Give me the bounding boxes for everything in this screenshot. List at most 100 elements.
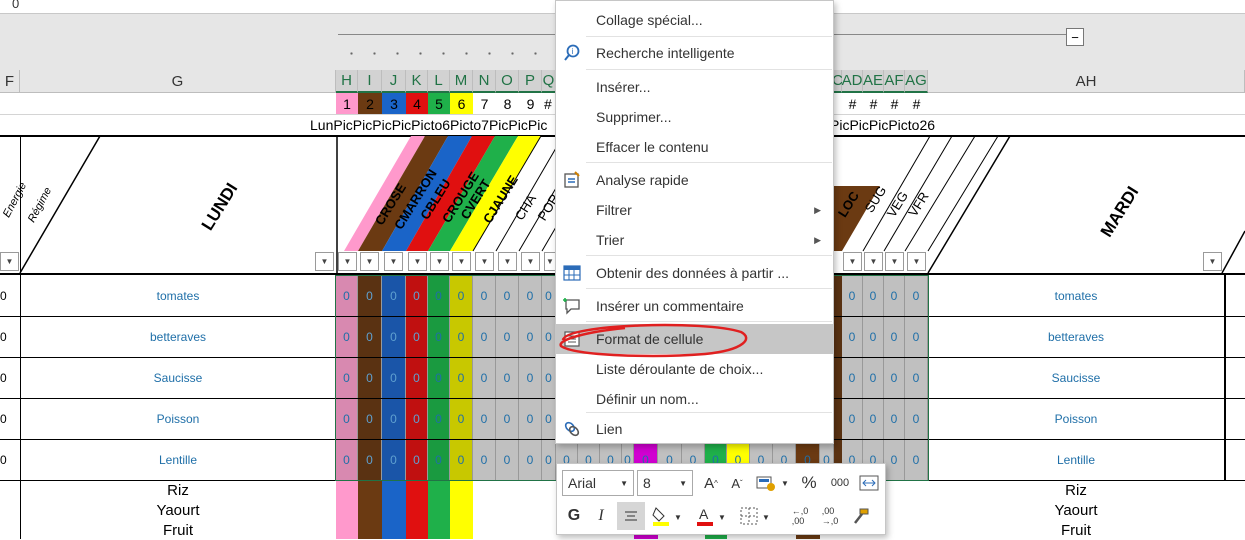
col-header-K[interactable]: K bbox=[406, 70, 428, 93]
picto-value-cell[interactable]: 0 bbox=[382, 399, 406, 439]
filter-dropdown-k[interactable]: ▼ bbox=[408, 252, 427, 271]
food-cell-right[interactable]: Poisson bbox=[928, 399, 1224, 439]
picto-value-cell[interactable]: 0 bbox=[884, 440, 905, 480]
lower-row-yaourt[interactable]: Yaourt bbox=[20, 501, 336, 520]
picto-value-cell[interactable]: 0 bbox=[382, 358, 406, 398]
filter-dropdown-n[interactable]: ▼ bbox=[475, 252, 494, 271]
picto-value-cell[interactable]: 0 bbox=[358, 440, 382, 480]
filter-dropdown-l[interactable]: ▼ bbox=[430, 252, 449, 271]
picto-number-6[interactable]: 6 bbox=[450, 93, 473, 114]
picto-names-left[interactable]: LunPicPicPicPicPicto6Picto7PicPicPic bbox=[310, 114, 556, 135]
col-header-AF[interactable]: AF bbox=[884, 70, 905, 93]
picto-number-ae[interactable]: # bbox=[863, 93, 884, 114]
picto-value-cell[interactable]: 0 bbox=[473, 440, 496, 480]
row-energie-value[interactable]: 0 bbox=[0, 317, 20, 357]
filter-dropdown-ah[interactable]: ▼ bbox=[1203, 252, 1222, 271]
menu-item-quick-analysis[interactable]: Analyse rapide bbox=[556, 165, 833, 195]
picto-value-cell[interactable]: 0 bbox=[473, 399, 496, 439]
lower-row-riz-right[interactable]: Riz bbox=[928, 481, 1224, 500]
picto-value-cell[interactable]: 0 bbox=[863, 317, 884, 357]
picto-value-cell[interactable]: 0 bbox=[519, 358, 542, 398]
food-cell[interactable]: Saucisse bbox=[20, 358, 336, 398]
picto-value-cell[interactable]: 0 bbox=[496, 358, 519, 398]
picto-value-cell[interactable]: 0 bbox=[542, 276, 556, 316]
picto-number-8[interactable]: 8 bbox=[496, 93, 519, 114]
picto-value-cell[interactable]: 0 bbox=[382, 440, 406, 480]
picto-value-cell[interactable]: 0 bbox=[450, 317, 473, 357]
increase-decimal-icon[interactable]: ←,0,00 bbox=[787, 504, 813, 528]
row-energie-value[interactable]: 0 bbox=[0, 358, 20, 398]
filter-dropdown-ad[interactable]: ▼ bbox=[843, 252, 862, 271]
picto-value-cell[interactable]: 0 bbox=[884, 276, 905, 316]
picto-value-cell[interactable]: 0 bbox=[842, 276, 863, 316]
col-header-Q[interactable]: Q bbox=[542, 70, 556, 93]
picto-value-cell[interactable]: 0 bbox=[863, 276, 884, 316]
font-name-select[interactable]: Arial ▼ bbox=[562, 470, 634, 496]
filter-dropdown-i[interactable]: ▼ bbox=[360, 252, 379, 271]
col-header-AH[interactable]: AH bbox=[928, 70, 1245, 93]
wrap-text-icon[interactable] bbox=[857, 472, 881, 494]
picto-value-cell[interactable]: 0 bbox=[406, 440, 428, 480]
filter-dropdown-j[interactable]: ▼ bbox=[384, 252, 403, 271]
col-header-P[interactable]: P bbox=[519, 70, 542, 93]
col-header-AE[interactable]: AE bbox=[863, 70, 884, 93]
picto-number-1[interactable]: 1 bbox=[336, 93, 358, 114]
picto-number-3[interactable]: 3 bbox=[382, 93, 406, 114]
food-cell[interactable]: Poisson bbox=[20, 399, 336, 439]
menu-item-sort[interactable]: Trier ▶ bbox=[556, 225, 833, 255]
fill-color-icon[interactable] bbox=[649, 504, 673, 528]
lower-row-riz[interactable]: Riz bbox=[20, 481, 336, 500]
food-cell-right[interactable]: Saucisse bbox=[928, 358, 1224, 398]
col-header-M[interactable]: M bbox=[450, 70, 473, 93]
picto-value-cell[interactable]: 0 bbox=[905, 399, 928, 439]
filter-dropdown-ae[interactable]: ▼ bbox=[864, 252, 883, 271]
food-cell-right[interactable]: tomates bbox=[928, 276, 1224, 316]
picto-value-cell[interactable]: 0 bbox=[336, 440, 358, 480]
picto-number-10[interactable]: # bbox=[542, 93, 556, 114]
food-cell[interactable]: betteraves bbox=[20, 317, 336, 357]
picto-value-cell[interactable]: 0 bbox=[336, 399, 358, 439]
picto-value-cell[interactable]: 0 bbox=[542, 358, 556, 398]
picto-value-cell[interactable]: 0 bbox=[428, 358, 450, 398]
picto-value-cell[interactable]: 0 bbox=[884, 399, 905, 439]
lower-row-yaourt-right[interactable]: Yaourt bbox=[928, 501, 1224, 520]
borders-icon[interactable] bbox=[737, 504, 761, 528]
menu-item-clear-contents[interactable]: Effacer le contenu bbox=[556, 132, 833, 162]
chevron-down-icon[interactable]: ▼ bbox=[761, 508, 771, 526]
picto-number-ad[interactable]: # bbox=[842, 93, 863, 114]
picto-value-cell[interactable]: 0 bbox=[905, 358, 928, 398]
picto-number-7[interactable]: 7 bbox=[473, 93, 496, 114]
food-cell-right[interactable]: Lentille bbox=[928, 440, 1224, 480]
picto-value-cell[interactable]: 0 bbox=[905, 317, 928, 357]
picto-value-cell[interactable]: 0 bbox=[473, 317, 496, 357]
increase-font-icon[interactable]: A ^ bbox=[699, 472, 723, 494]
font-color-icon[interactable]: A bbox=[693, 504, 717, 528]
col-header-J[interactable]: J bbox=[382, 70, 406, 93]
picto-number-4[interactable]: 4 bbox=[406, 93, 428, 114]
picto-value-cell[interactable]: 0 bbox=[382, 317, 406, 357]
picto-value-cell[interactable]: 0 bbox=[473, 276, 496, 316]
picto-value-cell[interactable]: 0 bbox=[842, 399, 863, 439]
row-energie-value[interactable]: 0 bbox=[0, 440, 20, 480]
filter-dropdown-ag[interactable]: ▼ bbox=[907, 252, 926, 271]
col-header-AG[interactable]: AG bbox=[905, 70, 928, 93]
picto-number-9[interactable]: 9 bbox=[519, 93, 542, 114]
col-header-I[interactable]: I bbox=[358, 70, 382, 93]
picto-value-cell[interactable]: 0 bbox=[496, 399, 519, 439]
menu-item-delete[interactable]: Supprimer... bbox=[556, 102, 833, 132]
picto-value-cell[interactable]: 0 bbox=[428, 276, 450, 316]
row-energie-value[interactable]: 0 bbox=[0, 399, 20, 439]
menu-item-smart-lookup[interactable]: i Recherche intelligente bbox=[556, 38, 833, 68]
picto-value-cell[interactable]: 0 bbox=[450, 399, 473, 439]
chevron-down-icon[interactable]: ▼ bbox=[779, 474, 791, 492]
picto-value-cell[interactable]: 0 bbox=[863, 358, 884, 398]
lower-row-fruit[interactable]: Fruit bbox=[20, 521, 336, 540]
percent-style-button[interactable]: % bbox=[797, 472, 821, 494]
picto-value-cell[interactable]: 0 bbox=[863, 399, 884, 439]
picto-number-ag[interactable]: # bbox=[905, 93, 928, 114]
filter-dropdown-g[interactable]: ▼ bbox=[315, 252, 334, 271]
filter-dropdown-f[interactable]: ▼ bbox=[0, 252, 19, 271]
col-header-H[interactable]: H bbox=[336, 70, 358, 93]
collapse-group-button[interactable]: − bbox=[1066, 28, 1084, 46]
picto-value-cell[interactable]: 0 bbox=[450, 358, 473, 398]
